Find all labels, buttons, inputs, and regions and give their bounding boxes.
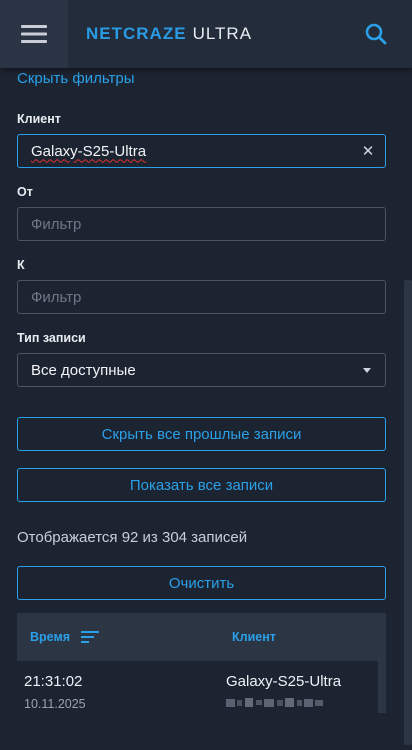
row-date: 10.11.2025 xyxy=(24,697,86,711)
to-input-placeholder: Фильтр xyxy=(31,288,82,306)
page-scrollbar[interactable] xyxy=(404,280,412,745)
client-label: Клиент xyxy=(17,112,61,126)
menu-button[interactable] xyxy=(0,0,68,68)
record-type-select[interactable]: Все доступные xyxy=(17,353,386,387)
hide-filters-link[interactable]: Скрыть фильтры xyxy=(17,70,134,87)
top-bar: NETCRAZE ULTRA xyxy=(0,0,412,68)
chevron-down-icon xyxy=(363,368,371,373)
to-label: К xyxy=(17,258,25,272)
records-table: Время Клиент 21:31:02 10.11.2025 Galaxy-… xyxy=(17,613,386,713)
show-all-records-button[interactable]: Показать все записи xyxy=(17,468,386,502)
table-header: Время Клиент xyxy=(17,613,386,661)
brand-secondary: ULTRA xyxy=(192,24,253,43)
clear-icon[interactable]: ✕ xyxy=(359,142,377,160)
brand-primary: NETCRAZE xyxy=(86,24,187,43)
records-count-text: Отображается 92 из 304 записей xyxy=(17,529,248,546)
client-input-value: Galaxy-S25-Ultra xyxy=(31,142,147,160)
record-type-value: Все доступные xyxy=(31,361,136,379)
brand-logo: NETCRAZE ULTRA xyxy=(86,23,252,45)
row-time: 21:31:02 xyxy=(24,673,83,690)
hamburger-menu-icon xyxy=(21,25,47,43)
client-input[interactable]: Galaxy-S25-Ultra ✕ xyxy=(17,134,386,168)
clear-button[interactable]: Очистить xyxy=(17,566,386,600)
hide-past-records-button[interactable]: Скрыть все прошлые записи xyxy=(17,417,386,451)
table-row[interactable]: 21:31:02 10.11.2025 Galaxy-S25-Ultra xyxy=(17,661,386,713)
search-icon xyxy=(365,23,387,45)
to-input[interactable]: Фильтр xyxy=(17,280,386,314)
from-input[interactable]: Фильтр xyxy=(17,207,386,241)
column-header-client[interactable]: Клиент xyxy=(232,630,276,644)
redacted-mac-address xyxy=(226,698,323,707)
table-scrollbar[interactable] xyxy=(378,661,386,713)
search-button[interactable] xyxy=(362,20,390,48)
sort-icon[interactable] xyxy=(81,630,101,644)
from-label: От xyxy=(17,185,33,199)
row-client: Galaxy-S25-Ultra xyxy=(226,673,342,690)
from-input-placeholder: Фильтр xyxy=(31,215,82,233)
column-header-time[interactable]: Время xyxy=(30,630,70,644)
record-type-label: Тип записи xyxy=(17,331,86,345)
